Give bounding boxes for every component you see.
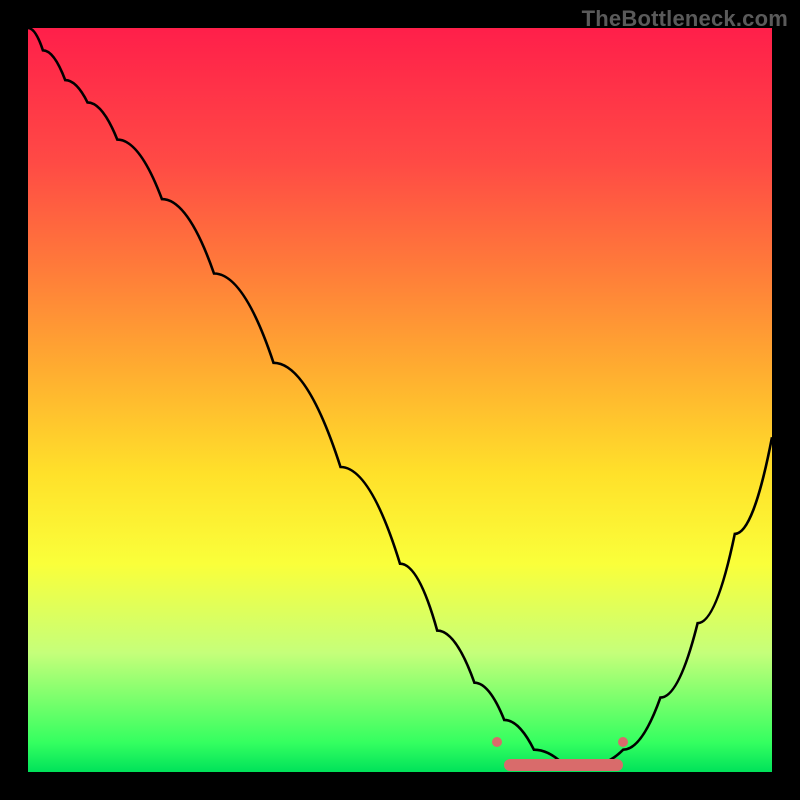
marker-dot bbox=[492, 737, 502, 747]
plot-area bbox=[28, 28, 772, 772]
optimal-range-band bbox=[504, 759, 623, 771]
bottleneck-curve bbox=[28, 28, 772, 772]
chart-frame: TheBottleneck.com bbox=[0, 0, 800, 800]
marker-dot bbox=[618, 737, 628, 747]
